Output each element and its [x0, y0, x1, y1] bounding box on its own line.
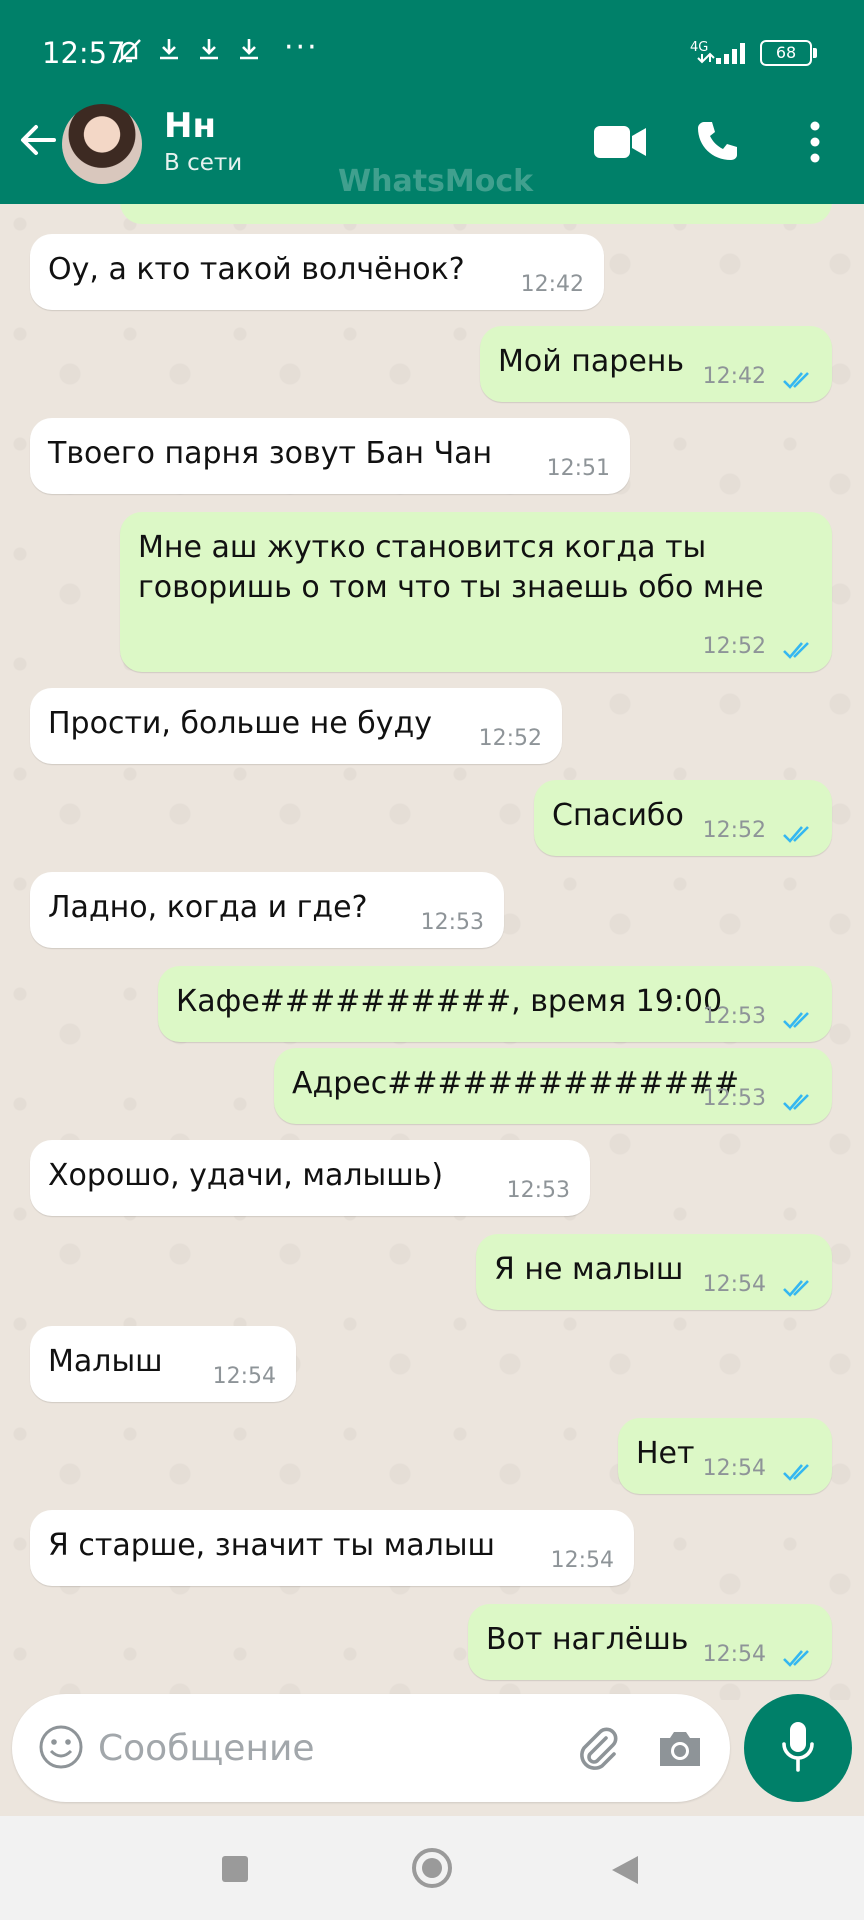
- message-bubble-outgoing[interactable]: Вот наглёшь 12:54: [468, 1604, 832, 1680]
- message-composer: [12, 1694, 730, 1802]
- message-time: 12:53: [702, 1004, 766, 1029]
- download-icon: [160, 39, 178, 60]
- avatar[interactable]: [62, 104, 142, 184]
- message-input[interactable]: [98, 1716, 548, 1780]
- read-ticks-icon: [783, 1094, 809, 1111]
- battery-icon: 68: [760, 40, 812, 66]
- message-bubble-outgoing[interactable]: Спасибо 12:52: [534, 780, 832, 856]
- read-ticks-icon: [783, 826, 809, 843]
- message-bubble-outgoing[interactable]: Адрес############## 12:53: [274, 1048, 832, 1124]
- message-bubble-incoming[interactable]: Оу, а кто такой волчёнок? 12:42: [30, 234, 604, 310]
- message-time: 12:53: [702, 1086, 766, 1111]
- message-text: Мне аш жутко становится когда ты говориш…: [138, 530, 764, 605]
- camera-icon[interactable]: [656, 1728, 704, 1770]
- bell-off-icon: [118, 39, 141, 63]
- mic-icon: [782, 1722, 814, 1772]
- message-bubble-incoming[interactable]: Твоего парня зовут Бан Чан 12:51: [30, 418, 630, 494]
- message-bubble-outgoing[interactable]: Мой парень 12:42: [480, 326, 832, 402]
- message-time: 12:42: [702, 364, 766, 389]
- message-time: 12:52: [702, 818, 766, 843]
- message-text: Мой парень: [498, 344, 685, 379]
- download-icon: [200, 39, 218, 60]
- emoji-icon[interactable]: [38, 1724, 84, 1770]
- message-time: 12:42: [520, 272, 584, 297]
- read-ticks-icon: [783, 642, 809, 659]
- message-bubble-incoming[interactable]: Ладно, когда и где? 12:53: [30, 872, 504, 948]
- download-icon: [240, 39, 258, 60]
- more-notifications-icon: ···: [284, 30, 319, 65]
- nav-back-icon[interactable]: [610, 1854, 640, 1886]
- read-ticks-icon: [783, 1464, 809, 1481]
- system-nav-bar: [0, 1816, 864, 1920]
- read-ticks-icon: [783, 1012, 809, 1029]
- top-bar: 12:57 ··· 4G 68 Нн В сети WhatsMock: [0, 0, 864, 204]
- recents-button[interactable]: [222, 1856, 248, 1882]
- message-text: Твоего парня зовут Бан Чан: [48, 436, 493, 471]
- message-time: 12:53: [506, 1178, 570, 1203]
- message-time: 12:54: [212, 1364, 276, 1389]
- attach-icon[interactable]: [574, 1724, 622, 1772]
- message-text: Спасибо: [552, 798, 684, 833]
- phone-icon[interactable]: [694, 118, 740, 164]
- status-bar: 12:57 ··· 4G 68: [0, 0, 864, 104]
- back-arrow-icon[interactable]: [18, 120, 58, 160]
- contact-name[interactable]: Нн: [164, 106, 216, 146]
- message-time: 12:54: [702, 1642, 766, 1667]
- video-call-icon[interactable]: [592, 122, 648, 162]
- message-time: 12:54: [702, 1272, 766, 1297]
- message-bubble-outgoing[interactable]: Я не малыш 12:54: [476, 1234, 832, 1310]
- message-bubble-incoming[interactable]: Я старше, значит ты малыш 12:54: [30, 1510, 634, 1586]
- signal-icon: [697, 43, 745, 64]
- message-bubble-incoming[interactable]: Малыш 12:54: [30, 1326, 296, 1402]
- more-vert-icon[interactable]: [808, 120, 822, 164]
- message-bubble-outgoing[interactable]: Нет 12:54: [618, 1418, 832, 1494]
- home-button[interactable]: [412, 1848, 452, 1888]
- message-text: Я старше, значит ты малыш: [48, 1528, 495, 1563]
- message-text: Хорошо, удачи, малышь): [48, 1158, 444, 1193]
- message-time: 12:54: [702, 1456, 766, 1481]
- message-bubble-incoming[interactable]: Хорошо, удачи, малышь) 12:53: [30, 1140, 590, 1216]
- message-bubble-outgoing[interactable]: Кафе##########, время 19:00 12:53: [158, 966, 832, 1042]
- message-bubble-partial: [120, 204, 832, 224]
- message-time: 12:54: [550, 1548, 614, 1573]
- watermark: WhatsMock: [338, 164, 534, 199]
- chat-area[interactable]: Оу, а кто такой волчёнок? 12:42 Мой паре…: [0, 204, 864, 1700]
- message-text: Я не малыш: [494, 1252, 684, 1287]
- message-bubble-incoming[interactable]: Прости, больше не буду 12:52: [30, 688, 562, 764]
- message-time: 12:52: [478, 726, 542, 751]
- read-ticks-icon: [783, 372, 809, 389]
- contact-status: В сети: [164, 150, 243, 176]
- message-time: 12:51: [546, 456, 610, 481]
- mic-button[interactable]: [744, 1694, 852, 1802]
- read-ticks-icon: [783, 1280, 809, 1297]
- message-text: Оу, а кто такой волчёнок?: [48, 252, 465, 287]
- message-time: 12:53: [420, 910, 484, 935]
- message-time: 12:52: [702, 634, 766, 659]
- read-ticks-icon: [783, 1650, 809, 1667]
- battery-level: 68: [775, 43, 797, 62]
- message-bubble-outgoing[interactable]: Мне аш жутко становится когда ты говориш…: [120, 512, 832, 672]
- message-text: Прости, больше не буду: [48, 706, 433, 741]
